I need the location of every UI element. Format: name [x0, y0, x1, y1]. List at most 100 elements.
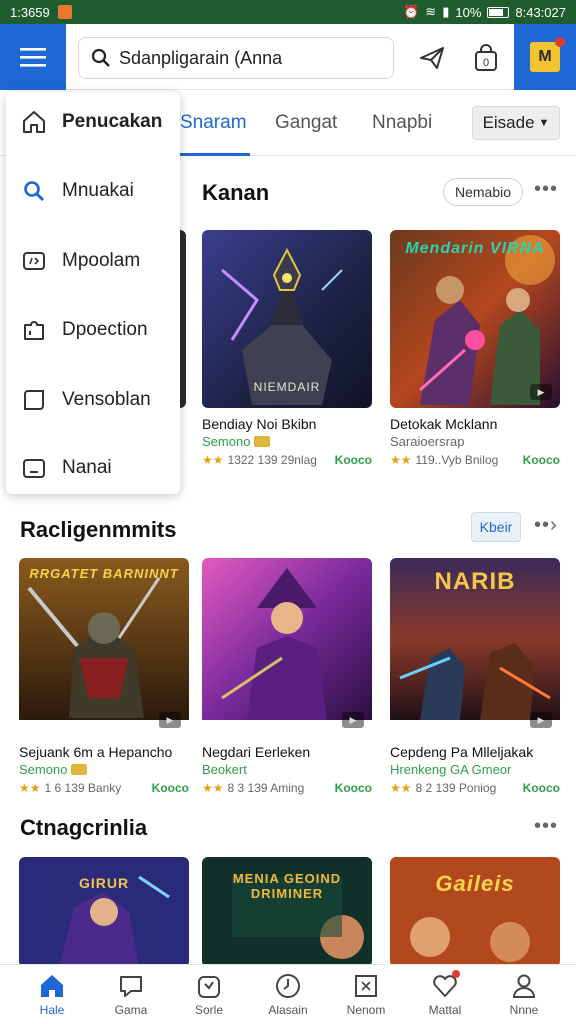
- status-bar: 1:3659 ⏰ ≋ ▮ 10% 8:43:027: [0, 0, 576, 24]
- tab-1[interactable]: Gangat: [275, 112, 337, 134]
- drawer-item-label: Nanai: [62, 457, 112, 478]
- user-icon: [509, 971, 539, 1001]
- card-sub-text: Saraioersrap: [390, 434, 465, 449]
- drawer-item-3[interactable]: Dpoection: [6, 300, 180, 360]
- card-thumbnail: Mendarin VIRNA ▶: [390, 230, 560, 408]
- hamburger-icon: [20, 48, 46, 67]
- clock-icon: [273, 971, 303, 1001]
- card-meta-text: 1322 139 29nlag: [227, 453, 317, 467]
- section-filter-pill[interactable]: Kbeir: [471, 512, 521, 542]
- get-button[interactable]: Kooco: [335, 781, 372, 795]
- card-title: Negdari Eerleken: [202, 744, 311, 760]
- search-icon: [20, 177, 48, 205]
- more-options-icon[interactable]: •••: [534, 815, 558, 838]
- card-subtitle: Hrenkeng GA Gmeor: [390, 762, 560, 777]
- side-drawer: Penucakan Mnuakai Mpoolam Dpoection Vens…: [6, 92, 180, 494]
- drawer-item-2[interactable]: Mpoolam: [6, 231, 180, 291]
- card-meta: ★★ 119..Vyb Bnilog Kooco: [390, 453, 560, 467]
- more-options-icon[interactable]: ••›: [534, 514, 558, 537]
- bottom-nav: Hale Gama Sorle Alasain Nenom Mattal Nnn…: [0, 964, 576, 1024]
- card-meta: ★★ 1 6 139 Banky Kooco: [19, 781, 189, 795]
- share-button[interactable]: [414, 40, 450, 76]
- chat-icon: [116, 971, 146, 1001]
- game-card[interactable]: Gaileis: [390, 857, 560, 967]
- nav-item-chat[interactable]: Gama: [95, 971, 167, 1017]
- get-button[interactable]: Kooco: [335, 453, 372, 467]
- card-thumbnail: NIEMDAIR: [202, 230, 372, 408]
- avatar: M: [530, 37, 565, 72]
- game-card[interactable]: ▶ Negdari Eerleken Beokert ★★ 8 3 139 Ami…: [202, 558, 372, 795]
- card-title: Cepdeng Pa Mlleljakak: [390, 744, 534, 760]
- card-sub-text: Hrenkeng GA Gmeor: [390, 762, 512, 777]
- card-meta: ★★ 1322 139 29nlag Kooco: [202, 453, 372, 467]
- window-icon: [20, 454, 48, 482]
- drawer-item-5[interactable]: Nanai: [6, 438, 180, 498]
- drawer-item-label: Penucakan: [62, 111, 163, 132]
- drawer-item-0[interactable]: Penucakan: [6, 92, 180, 152]
- signal-icon: ▮: [442, 4, 450, 19]
- badge-icon: [71, 764, 88, 775]
- profile-button[interactable]: M: [514, 24, 576, 90]
- card-title: Sejuank 6m a Hepancho: [19, 744, 173, 760]
- game-card[interactable]: NIEMDAIR Bendiay Noi Bkibn Semono ★★ 1322…: [202, 230, 372, 467]
- search-input[interactable]: Sdanpligarain (Anna: [78, 37, 394, 79]
- nav-label: Alasain: [268, 1003, 308, 1017]
- nav-item-grid[interactable]: Nenom: [330, 971, 402, 1017]
- nav-item-favorites[interactable]: Mattal: [409, 970, 481, 1017]
- battery-percent: 10%: [455, 4, 482, 20]
- grid-icon: [351, 971, 381, 1001]
- puzzle-icon: [20, 316, 48, 344]
- card-sub-text: Beokert: [202, 762, 247, 777]
- section-title: Kanan: [202, 180, 270, 205]
- notification-dot: [452, 970, 460, 978]
- tab-indicator: [180, 153, 250, 156]
- more-options-icon[interactable]: •••: [534, 178, 558, 201]
- game-card[interactable]: NARIB ▶ Cepdeng Pa Mlleljakak Hrenkeng G…: [390, 558, 560, 795]
- video-icon: ▶: [530, 712, 552, 728]
- drawer-item-4[interactable]: Vensoblan: [6, 370, 180, 430]
- card-caption: GIRUR: [78, 875, 130, 891]
- get-button[interactable]: Kooco: [523, 453, 560, 467]
- card-caption: Mendarin VIRNA: [405, 240, 545, 257]
- cart-button[interactable]: 0: [468, 40, 504, 76]
- star-icon: ★★: [202, 781, 224, 795]
- nav-item-home[interactable]: Hale: [16, 971, 88, 1017]
- menu-button[interactable]: [0, 24, 66, 90]
- top-bar: Sdanpligarain (Anna 0 M: [0, 24, 576, 90]
- section-filter-pill[interactable]: Nemabio: [443, 178, 523, 206]
- search-value: Sdanpligarain (Anna: [119, 47, 283, 68]
- card-meta-text: 1 6 139 Banky: [44, 781, 122, 795]
- game-card[interactable]: Mendarin VIRNA ▶ Detokak Mcklann Saraioe…: [390, 230, 560, 467]
- drawer-item-1[interactable]: Mnuakai: [6, 161, 180, 221]
- search-icon: [91, 48, 110, 67]
- card-title: Detokak Mcklann: [390, 416, 498, 432]
- star-icon: ★★: [390, 453, 412, 467]
- wifi-icon: ≋: [425, 4, 437, 19]
- card-meta: ★★ 8 2 139 Poniog Kooco: [390, 781, 560, 795]
- nav-item-profile[interactable]: Nnne: [488, 971, 560, 1017]
- tab-0[interactable]: Snaram: [180, 112, 247, 134]
- battery-icon: [487, 6, 510, 18]
- card-caption: Gaileis: [435, 871, 515, 896]
- game-card[interactable]: GIRUR: [19, 857, 189, 967]
- game-card[interactable]: MENIA GEOIND DRIMINER: [202, 857, 372, 967]
- card-meta: ★★ 8 3 139 Aming Kooco: [202, 781, 372, 795]
- sort-select[interactable]: Eisade ▼: [472, 106, 560, 140]
- card-meta-text: 8 3 139 Aming: [227, 781, 305, 795]
- get-button[interactable]: Kooco: [523, 781, 560, 795]
- nav-item-calendar[interactable]: Sorle: [173, 971, 245, 1017]
- notification-dot: [555, 37, 565, 47]
- status-time-right: 8:43:027: [515, 4, 566, 20]
- game-card[interactable]: RRGATET BARNINNT ▶ Sejuank 6m a Hepancho…: [19, 558, 189, 795]
- svg-text:0: 0: [483, 57, 489, 69]
- nav-item-clock[interactable]: Alasain: [252, 971, 324, 1017]
- tag-icon: [20, 247, 48, 275]
- get-button[interactable]: Kooco: [152, 781, 189, 795]
- section-title: Ctnagcrinlia: [20, 815, 148, 840]
- home-icon: [20, 108, 48, 136]
- tab-2[interactable]: Nnapbi: [372, 112, 432, 134]
- card-sub-text: Semono: [202, 434, 251, 449]
- card-caption: MENIA GEOIND DRIMINER: [232, 871, 342, 901]
- star-icon: ★★: [202, 453, 224, 467]
- card-sub-text: Semono: [19, 762, 68, 777]
